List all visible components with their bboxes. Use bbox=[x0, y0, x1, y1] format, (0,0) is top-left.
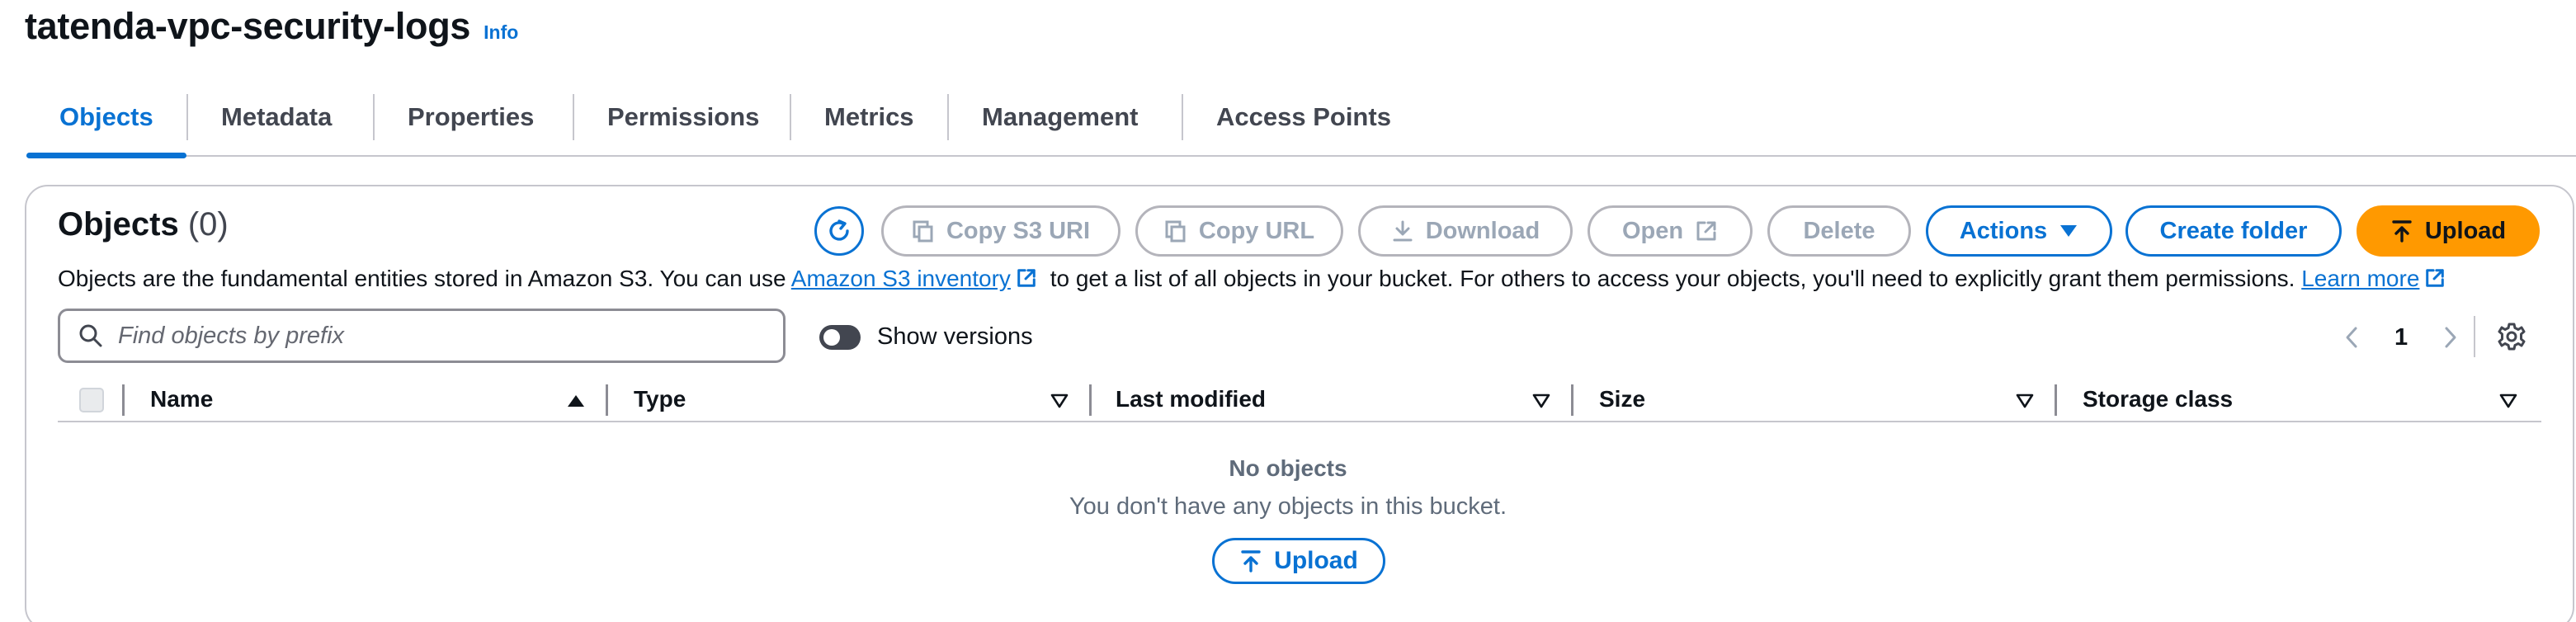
tab-objects[interactable]: Objects bbox=[26, 86, 186, 158]
info-link[interactable]: Info bbox=[484, 21, 518, 44]
tab-access-points[interactable]: Access Points bbox=[1183, 86, 1424, 155]
page-header: tatenda-vpc-security-logs Info bbox=[25, 5, 518, 54]
column-divider bbox=[2055, 384, 2057, 416]
refresh-icon bbox=[829, 219, 849, 241]
delete-label: Delete bbox=[1803, 217, 1875, 244]
gear-icon[interactable] bbox=[2497, 322, 2526, 351]
search-icon bbox=[79, 324, 102, 347]
sort-descending-icon[interactable] bbox=[1050, 393, 1069, 409]
toggle-switch[interactable] bbox=[819, 324, 861, 350]
sort-descending-icon[interactable] bbox=[2498, 393, 2518, 409]
description-text-1: Objects are the fundamental entities sto… bbox=[58, 266, 791, 291]
caret-down-icon bbox=[2060, 225, 2078, 237]
upload-icon bbox=[2392, 220, 2412, 243]
create-folder-label: Create folder bbox=[2159, 217, 2308, 244]
copy-url-label: Copy URL bbox=[1198, 217, 1315, 244]
column-type[interactable]: Type bbox=[634, 386, 686, 412]
external-link-icon bbox=[1017, 269, 1036, 287]
refresh-button[interactable] bbox=[814, 206, 864, 256]
copy-icon bbox=[913, 220, 933, 243]
sort-ascending-icon[interactable] bbox=[566, 393, 586, 409]
download-button[interactable]: Download bbox=[1358, 205, 1573, 257]
column-size[interactable]: Size bbox=[1599, 386, 1645, 412]
column-name[interactable]: Name bbox=[150, 386, 213, 412]
tab-permissions[interactable]: Permissions bbox=[574, 86, 792, 155]
select-all-checkbox[interactable] bbox=[79, 388, 104, 412]
pagination-divider bbox=[2474, 316, 2475, 357]
objects-heading: Objects (0) bbox=[58, 206, 229, 243]
empty-state-title: No objects bbox=[1229, 455, 1347, 481]
create-folder-button[interactable]: Create folder bbox=[2125, 205, 2342, 257]
bucket-title: tatenda-vpc-security-logs bbox=[25, 5, 471, 47]
upload-icon bbox=[1241, 550, 1261, 573]
upload-button[interactable]: Upload bbox=[2357, 205, 2540, 257]
external-link-icon bbox=[2426, 269, 2445, 287]
tab-metrics[interactable]: Metrics bbox=[791, 86, 947, 155]
empty-state-message: You don't have any objects in this bucke… bbox=[1069, 493, 1507, 520]
download-icon bbox=[1393, 220, 1413, 242]
copy-url-button[interactable]: Copy URL bbox=[1135, 205, 1343, 257]
actions-dropdown[interactable]: Actions bbox=[1926, 205, 2112, 257]
description-text-2: to get a list of all objects in your buc… bbox=[1043, 266, 2302, 291]
open-button[interactable]: Open bbox=[1588, 205, 1753, 257]
column-storage-class[interactable]: Storage class bbox=[2083, 386, 2233, 412]
copy-s3-uri-label: Copy S3 URI bbox=[946, 217, 1091, 244]
objects-heading-label: Objects bbox=[58, 206, 179, 243]
search-input[interactable]: Find objects by prefix bbox=[58, 309, 786, 363]
empty-state-upload-button[interactable]: Upload bbox=[1212, 538, 1385, 584]
search-placeholder: Find objects by prefix bbox=[118, 322, 345, 349]
tab-properties[interactable]: Properties bbox=[375, 86, 567, 155]
external-link-icon bbox=[1696, 221, 1716, 241]
current-page[interactable]: 1 bbox=[2394, 324, 2408, 351]
bucket-tabs: Objects Metadata Properties Permissions … bbox=[26, 86, 2576, 158]
delete-button[interactable]: Delete bbox=[1767, 205, 1911, 257]
upload-label: Upload bbox=[2424, 217, 2507, 244]
download-label: Download bbox=[1425, 217, 1540, 244]
column-divider bbox=[1089, 384, 1092, 416]
copy-s3-uri-button[interactable]: Copy S3 URI bbox=[881, 205, 1121, 257]
column-divider bbox=[122, 384, 125, 416]
column-divider bbox=[1571, 384, 1573, 416]
chevron-right-icon[interactable] bbox=[2441, 325, 2460, 350]
learn-more-link[interactable]: Learn more bbox=[2301, 266, 2419, 291]
objects-count: (0) bbox=[187, 206, 229, 243]
pagination: 1 bbox=[2342, 318, 2460, 356]
tab-management[interactable]: Management bbox=[949, 86, 1171, 155]
column-divider bbox=[606, 384, 608, 416]
objects-table-header: Name Type Last modified Size Storage cla… bbox=[58, 381, 2541, 422]
chevron-left-icon[interactable] bbox=[2342, 325, 2361, 350]
column-last-modified[interactable]: Last modified bbox=[1116, 386, 1266, 412]
open-label: Open bbox=[1621, 217, 1684, 244]
tab-metadata[interactable]: Metadata bbox=[188, 86, 365, 155]
empty-state-upload-label: Upload bbox=[1274, 547, 1358, 574]
copy-icon bbox=[1165, 220, 1186, 243]
sort-descending-icon[interactable] bbox=[1531, 393, 1551, 409]
sort-descending-icon[interactable] bbox=[2015, 393, 2035, 409]
objects-description: Objects are the fundamental entities sto… bbox=[58, 266, 2452, 292]
show-versions-toggle[interactable]: Show versions bbox=[819, 323, 1033, 351]
s3-inventory-link[interactable]: Amazon S3 inventory bbox=[791, 266, 1011, 291]
show-versions-label: Show versions bbox=[877, 323, 1033, 350]
actions-label: Actions bbox=[1959, 217, 2048, 244]
